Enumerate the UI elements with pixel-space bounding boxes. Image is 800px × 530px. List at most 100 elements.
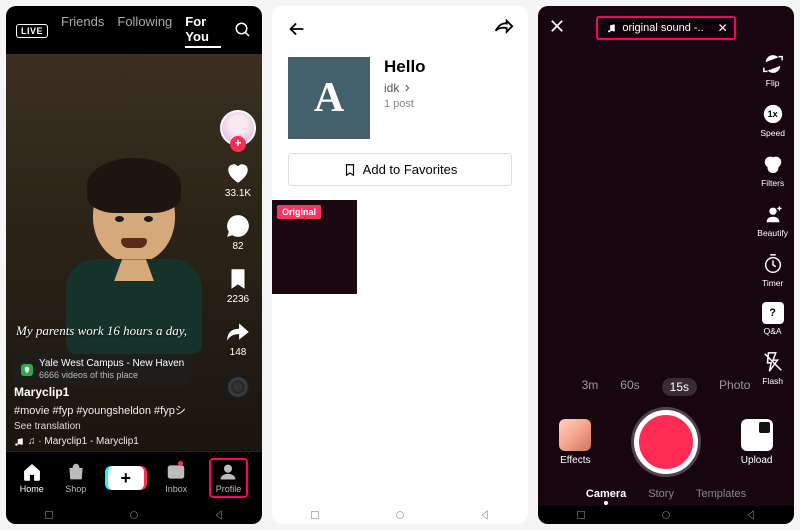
share-button[interactable] — [492, 18, 514, 45]
share-count: 148 — [230, 347, 247, 358]
nav-inbox[interactable]: Inbox — [165, 462, 187, 494]
add-to-favorites-button[interactable]: Add to Favorites — [288, 153, 512, 186]
sound-header: A Hello idk 1 post — [272, 57, 528, 153]
bottom-nav: Home Shop + Inbox Profile — [6, 451, 262, 506]
android-nav-bar — [538, 506, 794, 524]
video-area[interactable]: My parents work 16 hours a day, Yale Wes… — [6, 54, 262, 451]
duration-selector: 3m 60s 15s Photo — [538, 378, 794, 396]
like-button[interactable]: 33.1K — [225, 160, 251, 199]
video-subtitle: My parents work 16 hours a day, — [16, 323, 187, 339]
comment-button[interactable]: 82 — [225, 213, 251, 252]
effects-button[interactable]: Effects — [559, 419, 591, 466]
video-tile[interactable]: Original — [272, 200, 357, 294]
android-recents-icon[interactable] — [574, 508, 588, 522]
music-note-icon — [14, 437, 24, 447]
filters-button[interactable]: Filters — [761, 152, 785, 188]
beautify-icon — [761, 202, 785, 226]
flip-icon — [761, 52, 785, 76]
location-video-count: 6666 videos of this place — [39, 370, 184, 381]
share-button[interactable]: 148 — [225, 319, 251, 358]
nav-create[interactable]: + — [108, 466, 144, 490]
duration-photo[interactable]: Photo — [719, 378, 750, 396]
camera-tools-rail: Flip 1x Speed Filters Beautify Timer ? Q… — [757, 52, 788, 386]
qa-button[interactable]: ? Q&A — [762, 302, 784, 336]
close-button[interactable] — [548, 17, 566, 40]
search-icon[interactable] — [234, 21, 252, 42]
sound-author-link[interactable]: idk — [384, 81, 426, 95]
video-meta: Maryclip1 #movie #fyp #youngsheldon #fyp… — [14, 385, 202, 447]
heart-icon — [225, 160, 251, 186]
see-translation-link[interactable]: See translation — [14, 421, 202, 432]
sound-videos-grid: Original — [272, 200, 528, 294]
android-recents-icon[interactable] — [42, 508, 56, 522]
android-nav-bar — [6, 506, 262, 524]
author-username[interactable]: Maryclip1 — [14, 385, 202, 399]
nav-shop[interactable]: Shop — [65, 462, 86, 494]
home-icon — [22, 462, 42, 482]
location-chip[interactable]: Yale West Campus - New Haven 6666 videos… — [14, 354, 191, 385]
flip-button[interactable]: Flip — [761, 52, 785, 88]
sound-marquee[interactable]: ♫ · Maryclip1 - Maryclip1 — [14, 436, 202, 447]
mode-story[interactable]: Story — [648, 488, 674, 500]
android-home-icon[interactable] — [393, 508, 407, 522]
android-home-icon[interactable] — [127, 508, 141, 522]
tab-friends[interactable]: Friends — [61, 14, 104, 48]
sound-post-count: 1 post — [384, 98, 426, 110]
author-avatar[interactable] — [220, 110, 256, 146]
tab-for-you[interactable]: For You — [185, 14, 221, 48]
duration-60s[interactable]: 60s — [620, 378, 639, 396]
share-icon — [225, 319, 251, 345]
sound-page-screen: A Hello idk 1 post Add to Favorites Orig… — [272, 6, 528, 524]
upload-thumb-icon — [741, 419, 773, 451]
shop-icon — [66, 462, 86, 482]
camera-top-bar: original sound -.. ✕ — [538, 6, 794, 46]
android-back-icon[interactable] — [212, 508, 226, 522]
android-back-icon[interactable] — [478, 508, 492, 522]
feed-screen: LIVE Friends Following For You My parent… — [6, 6, 262, 524]
qa-icon: ? — [762, 302, 784, 324]
upload-button[interactable]: Upload — [741, 419, 773, 466]
clear-sound-icon[interactable]: ✕ — [718, 21, 728, 35]
sound-cover[interactable]: A — [288, 57, 370, 139]
mode-templates[interactable]: Templates — [696, 488, 746, 500]
mode-camera[interactable]: Camera — [586, 488, 626, 500]
bookmark-icon — [225, 266, 251, 292]
timer-button[interactable]: Timer — [761, 252, 785, 288]
duration-15s[interactable]: 15s — [662, 378, 697, 396]
comment-icon — [225, 213, 251, 239]
feed-top-bar: LIVE Friends Following For You — [6, 6, 262, 54]
filters-icon — [761, 152, 785, 176]
effects-thumb-icon — [559, 419, 591, 451]
location-name: Yale West Campus - New Haven — [39, 358, 184, 370]
music-note-icon — [606, 23, 617, 34]
tab-following[interactable]: Following — [117, 14, 172, 48]
beautify-button[interactable]: Beautify — [757, 202, 788, 238]
mode-selector: Camera Story Templates — [538, 488, 794, 500]
feed-tabs: Friends Following For You — [61, 14, 221, 48]
action-rail: 33.1K 82 2236 148 — [220, 110, 256, 445]
sound-top-bar — [272, 6, 528, 57]
android-recents-icon[interactable] — [308, 508, 322, 522]
like-count: 33.1K — [225, 188, 251, 199]
sound-title: Hello — [384, 57, 426, 77]
save-count: 2236 — [227, 294, 249, 305]
camera-viewfinder[interactable]: Flip 1x Speed Filters Beautify Timer ? Q… — [538, 46, 794, 506]
map-pin-icon — [21, 364, 33, 376]
live-button[interactable]: LIVE — [16, 24, 48, 38]
profile-icon — [218, 462, 238, 482]
video-hashtags[interactable]: #movie #fyp #youngsheldon #fypシ — [14, 402, 202, 418]
speed-button[interactable]: 1x Speed — [760, 102, 785, 138]
flash-off-icon — [761, 350, 785, 374]
record-button[interactable] — [634, 410, 698, 474]
android-back-icon[interactable] — [744, 508, 758, 522]
bookmark-icon — [343, 163, 357, 177]
back-button[interactable] — [286, 18, 308, 45]
save-button[interactable]: 2236 — [225, 266, 251, 305]
nav-profile[interactable]: Profile — [209, 458, 249, 498]
nav-home[interactable]: Home — [20, 462, 44, 494]
selected-sound-chip[interactable]: original sound -.. ✕ — [596, 16, 735, 40]
timer-icon — [761, 252, 785, 276]
sound-disc[interactable] — [223, 372, 253, 402]
duration-3m[interactable]: 3m — [582, 378, 599, 396]
android-home-icon[interactable] — [659, 508, 673, 522]
